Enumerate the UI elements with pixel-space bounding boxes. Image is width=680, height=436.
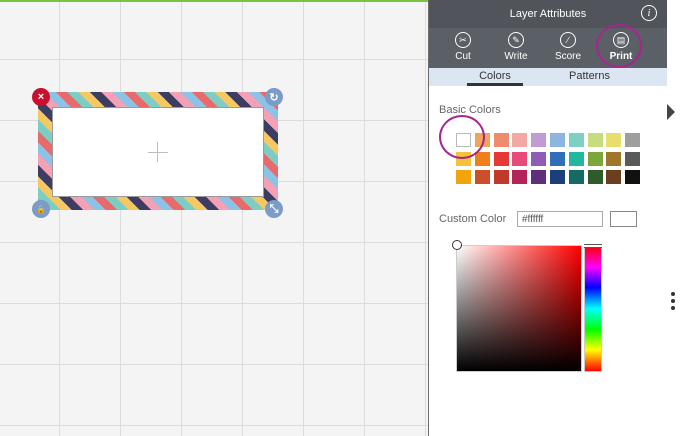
tab-colors[interactable]: Colors: [467, 68, 523, 86]
mode-label: Write: [504, 51, 528, 62]
layer-attributes-panel: Layer Attributes i ✂ Cut ✎ Write ∕ Score…: [428, 0, 667, 436]
crosshair-icon: [148, 152, 168, 153]
color-swatch[interactable]: [531, 170, 547, 184]
color-swatch[interactable]: [493, 170, 509, 184]
picker-knob[interactable]: [452, 240, 462, 250]
mode-score-button[interactable]: ∕ Score: [544, 28, 592, 68]
color-swatch[interactable]: [625, 170, 641, 184]
mode-cut-button[interactable]: ✂ Cut: [439, 28, 487, 68]
custom-color-preview: [610, 211, 637, 227]
hue-slider[interactable]: [584, 245, 602, 372]
hue-slider-handle[interactable]: [584, 244, 602, 248]
color-swatch[interactable]: [625, 151, 641, 166]
color-swatch[interactable]: [568, 170, 584, 184]
collapse-arrow-icon[interactable]: [667, 104, 675, 120]
color-swatch[interactable]: [531, 151, 547, 166]
scissors-icon: ✂: [455, 32, 471, 48]
more-options-icon[interactable]: [671, 292, 675, 313]
color-swatch[interactable]: [512, 133, 528, 147]
score-icon: ∕: [560, 32, 576, 48]
color-swatch[interactable]: [568, 133, 584, 147]
lock-handle-lock-icon[interactable]: 🔒: [32, 200, 50, 218]
delete-handle-close-icon[interactable]: ×: [32, 88, 50, 106]
mode-label: Cut: [455, 51, 471, 62]
panel-title: Layer Attributes: [509, 8, 587, 20]
color-swatch[interactable]: [550, 133, 565, 147]
color-swatch[interactable]: [512, 170, 528, 184]
tab-patterns[interactable]: Patterns: [569, 68, 610, 86]
basic-colors-label: Basic Colors: [439, 104, 501, 116]
crosshair-icon: [157, 142, 158, 162]
mode-label: Score: [554, 51, 582, 62]
tab-bar: Colors Patterns: [429, 68, 667, 86]
color-swatch[interactable]: [550, 170, 565, 184]
color-swatch[interactable]: [474, 170, 490, 184]
saturation-value-picker[interactable]: [456, 245, 582, 372]
color-swatch[interactable]: [550, 151, 565, 166]
color-swatch[interactable]: [606, 133, 622, 147]
color-swatch[interactable]: [456, 170, 471, 184]
rotate-handle-rotate-icon[interactable]: ↻: [265, 88, 283, 106]
color-swatch[interactable]: [587, 170, 603, 184]
custom-color-input[interactable]: [517, 211, 603, 227]
highlight-circle: [596, 24, 642, 68]
info-icon[interactable]: i: [641, 5, 657, 21]
custom-color-label: Custom Color: [439, 213, 507, 225]
color-swatch[interactable]: [531, 133, 547, 147]
pen-icon: ✎: [508, 32, 524, 48]
color-swatch[interactable]: [493, 151, 509, 166]
highlight-circle: [439, 115, 485, 159]
color-swatch[interactable]: [493, 133, 509, 147]
color-swatch[interactable]: [587, 151, 603, 166]
color-swatch[interactable]: [606, 151, 622, 166]
color-swatch[interactable]: [568, 151, 584, 166]
color-swatch[interactable]: [625, 133, 641, 147]
color-swatch[interactable]: [606, 170, 622, 184]
resize-handle-resize-icon[interactable]: ⤡: [265, 200, 283, 218]
panel-header: Layer Attributes i: [429, 0, 667, 28]
mode-write-button[interactable]: ✎ Write: [492, 28, 540, 68]
color-swatch[interactable]: [587, 133, 603, 147]
design-canvas[interactable]: [0, 2, 428, 436]
color-swatch[interactable]: [512, 151, 528, 166]
